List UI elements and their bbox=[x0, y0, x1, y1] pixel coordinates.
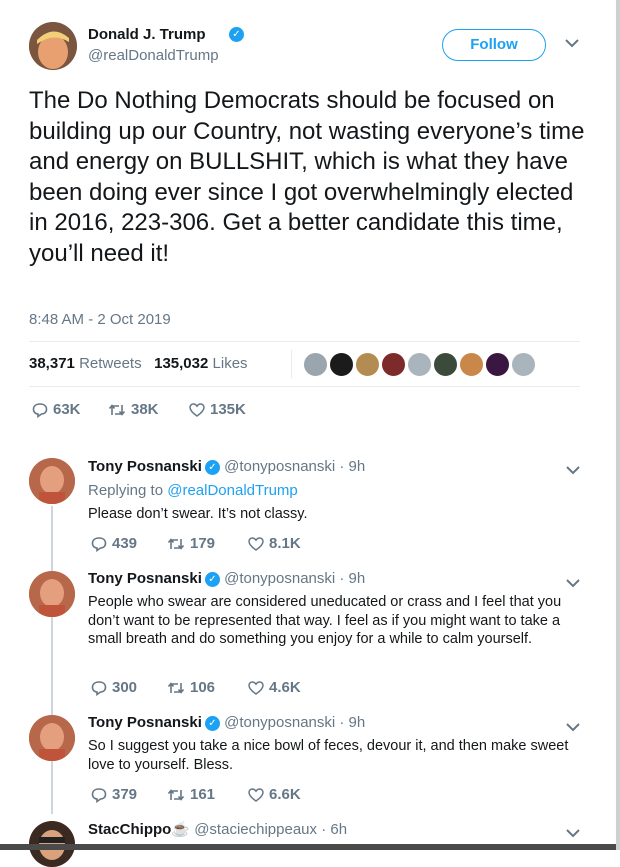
heart-icon bbox=[248, 536, 264, 551]
reply-action[interactable]: 379 bbox=[91, 786, 137, 803]
reply-header: StacChippo☕ @staciechippeaux · 6h bbox=[88, 820, 347, 838]
reply-author-name[interactable]: StacChippo bbox=[88, 821, 171, 838]
like-action[interactable]: 6.6K bbox=[248, 786, 301, 803]
retweet-icon bbox=[167, 537, 185, 551]
reply-author-name[interactable]: Tony Posnanski bbox=[88, 458, 202, 475]
retweet-action[interactable]: 38K bbox=[108, 401, 159, 418]
tweet-timestamp[interactable]: 8:48 AM - 2 Oct 2019 bbox=[29, 311, 171, 328]
retweet-action[interactable]: 161 bbox=[167, 786, 215, 803]
liker-avatar[interactable] bbox=[302, 351, 329, 378]
reply-header: Tony Posnanski ✓ @tonyposnanski · 9h bbox=[88, 458, 365, 475]
replying-to-link[interactable]: @realDonaldTrump bbox=[167, 482, 298, 499]
reply-text: So I suggest you take a nice bowl of fec… bbox=[88, 738, 569, 773]
reply-header: Tony Posnanski ✓ @tonyposnanski · 9h bbox=[88, 570, 365, 587]
reply-avatar[interactable] bbox=[29, 458, 75, 504]
like-action[interactable]: 8.1K bbox=[248, 535, 301, 552]
retweet-icon bbox=[167, 788, 185, 802]
reply-icon bbox=[91, 536, 107, 552]
liker-avatar[interactable] bbox=[484, 351, 511, 378]
section-gap bbox=[0, 437, 620, 447]
reply-action[interactable]: 439 bbox=[91, 535, 137, 552]
divider bbox=[29, 386, 580, 387]
reply-header: Tony Posnanski ✓ @tonyposnanski · 9h bbox=[88, 714, 365, 731]
chevron-down-icon[interactable] bbox=[566, 578, 580, 588]
reply-author-handle[interactable]: @tonyposnanski bbox=[224, 714, 335, 731]
reply-text: Please don’t swear. It’s not classy. bbox=[88, 506, 308, 522]
liker-avatar[interactable] bbox=[354, 351, 381, 378]
chevron-down-icon[interactable] bbox=[566, 828, 580, 838]
divider bbox=[29, 341, 580, 342]
stats-separator bbox=[291, 350, 292, 378]
reply-icon bbox=[91, 787, 107, 803]
reply-avatar[interactable] bbox=[29, 715, 75, 761]
reply-author-name[interactable]: Tony Posnanski bbox=[88, 714, 202, 731]
tweet-stats: 38,371 Retweets 135,032 Likes bbox=[29, 355, 248, 372]
reply-author-handle[interactable]: @tonyposnanski bbox=[224, 570, 335, 587]
reply-author-handle[interactable]: @tonyposnanski bbox=[224, 458, 335, 475]
author-handle[interactable]: @realDonaldTrump bbox=[88, 47, 219, 64]
reply-action[interactable]: 300 bbox=[91, 679, 137, 696]
chevron-down-icon[interactable] bbox=[566, 465, 580, 475]
bottom-border bbox=[0, 844, 620, 850]
coffee-emoji: ☕ bbox=[171, 821, 191, 838]
verified-icon: ✓ bbox=[229, 27, 244, 42]
author-avatar[interactable] bbox=[29, 22, 77, 70]
heart-icon bbox=[248, 787, 264, 802]
replying-to: Replying to @realDonaldTrump bbox=[88, 482, 298, 499]
retweet-icon bbox=[108, 403, 126, 417]
reply-author-name[interactable]: Tony Posnanski bbox=[88, 570, 202, 587]
reply-age[interactable]: · 9h bbox=[339, 570, 365, 587]
retweets-stat[interactable]: 38,371 Retweets bbox=[29, 355, 142, 372]
reply-age[interactable]: · 6h bbox=[321, 821, 347, 838]
chevron-down-icon[interactable] bbox=[566, 722, 580, 732]
reply-icon bbox=[91, 680, 107, 696]
liker-avatar[interactable] bbox=[432, 351, 459, 378]
reply-age[interactable]: · 9h bbox=[339, 458, 365, 475]
reply-avatar[interactable] bbox=[29, 571, 75, 617]
likes-stat[interactable]: 135,032 Likes bbox=[154, 355, 247, 372]
liker-avatar[interactable] bbox=[406, 351, 433, 378]
right-border bbox=[616, 0, 620, 850]
tweet-text: The Do Nothing Democrats should be focus… bbox=[29, 87, 585, 267]
liker-avatars[interactable] bbox=[302, 351, 537, 378]
reply-action[interactable]: 63K bbox=[32, 401, 81, 418]
reply-author-handle[interactable]: @staciechippeaux bbox=[194, 821, 317, 838]
reply-icon bbox=[32, 402, 48, 418]
retweet-action[interactable]: 179 bbox=[167, 535, 215, 552]
heart-icon bbox=[189, 402, 205, 417]
verified-icon: ✓ bbox=[204, 715, 220, 731]
retweet-action[interactable]: 106 bbox=[167, 679, 215, 696]
thread-connector bbox=[51, 506, 53, 814]
reply-age[interactable]: · 9h bbox=[339, 714, 365, 731]
like-action[interactable]: 4.6K bbox=[248, 679, 301, 696]
author-name[interactable]: Donald J. Trump bbox=[88, 26, 206, 43]
chevron-down-icon[interactable] bbox=[565, 38, 579, 48]
liker-avatar[interactable] bbox=[510, 351, 537, 378]
reply-text: People who swear are considered uneducat… bbox=[88, 594, 562, 647]
heart-icon bbox=[248, 680, 264, 695]
liker-avatar[interactable] bbox=[380, 351, 407, 378]
liker-avatar[interactable] bbox=[328, 351, 355, 378]
verified-icon: ✓ bbox=[204, 571, 220, 587]
retweet-icon bbox=[167, 681, 185, 695]
liker-avatar[interactable] bbox=[458, 351, 485, 378]
like-action[interactable]: 135K bbox=[189, 401, 246, 418]
verified-icon: ✓ bbox=[204, 459, 220, 475]
follow-button[interactable]: Follow bbox=[442, 29, 546, 61]
